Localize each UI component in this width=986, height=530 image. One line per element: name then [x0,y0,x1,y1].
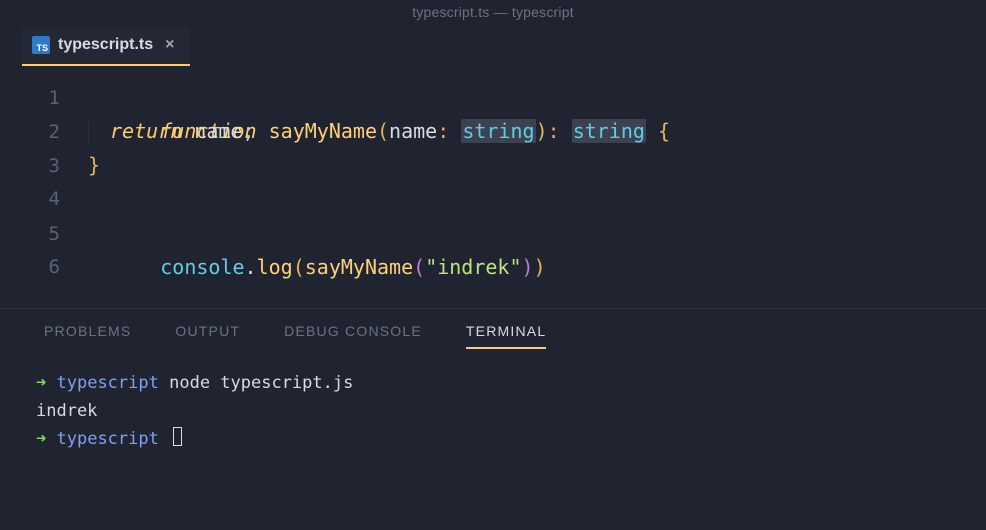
paren: ( [413,255,425,279]
close-icon[interactable]: × [161,35,178,55]
tab-output[interactable]: OUTPUT [175,323,240,349]
terminal-line: ➜ typescript [36,425,986,453]
paren: ( [293,255,305,279]
param-name: name [389,119,437,143]
tab-label: typescript.ts [58,36,153,54]
tab-typescript[interactable]: TS typescript.ts × [22,26,190,66]
line-number: 5 [0,217,88,251]
prompt-arrow-icon: ➜ [36,373,46,393]
paren: ) [534,255,546,279]
string-literal: "indrek" [425,255,521,279]
colon: : [548,119,560,143]
method-log: log [257,255,293,279]
terminal-output[interactable]: ➜ typescript node typescript.js indrek ➜… [0,359,986,453]
line-number: 6 [0,250,88,284]
brace: { [658,119,670,143]
paren: ) [536,119,548,143]
tab-problems[interactable]: PROBLEMS [44,323,131,349]
identifier: name [194,119,242,143]
tab-debug-console[interactable]: DEBUG CONSOLE [284,323,422,349]
terminal-line: ➜ typescript node typescript.js [36,369,986,397]
paren: ( [377,119,389,143]
indent-guide [88,121,110,145]
prompt-arrow-icon: ➜ [36,429,46,449]
brace: } [88,153,100,177]
terminal-line: indrek [36,397,986,425]
function-name: sayMyName [269,119,377,143]
prompt-cwd: typescript [57,373,159,393]
function-call: sayMyName [305,255,413,279]
prompt-cwd: typescript [57,429,159,449]
code-line: 1 function sayMyName(name: string): stri… [0,80,986,114]
code-editor[interactable]: 1 function sayMyName(name: string): stri… [0,66,986,308]
terminal-cursor [173,427,182,446]
keyword-return: return [110,119,182,143]
editor-tabs: TS typescript.ts × [0,26,986,66]
window-title: typescript.ts — typescript [0,0,986,26]
terminal-command: node typescript.js [169,373,353,393]
dot: . [245,255,257,279]
colon: : [437,119,449,143]
line-number: 1 [0,81,88,115]
type-annotation: string [461,119,535,143]
semicolon: ; [242,119,254,143]
line-number: 4 [0,182,88,216]
object-console: console [160,255,244,279]
type-annotation: string [572,119,646,143]
code-line: 4 [0,182,986,216]
bottom-panel: PROBLEMS OUTPUT DEBUG CONSOLE TERMINAL ➜… [0,308,986,453]
paren: ) [522,255,534,279]
line-number: 2 [0,115,88,149]
tab-terminal[interactable]: TERMINAL [466,323,546,349]
typescript-icon: TS [32,36,50,54]
line-number: 3 [0,149,88,183]
panel-tabs: PROBLEMS OUTPUT DEBUG CONSOLE TERMINAL [0,323,986,359]
code-line: 5 console.log(sayMyName("indrek")) [0,216,986,250]
